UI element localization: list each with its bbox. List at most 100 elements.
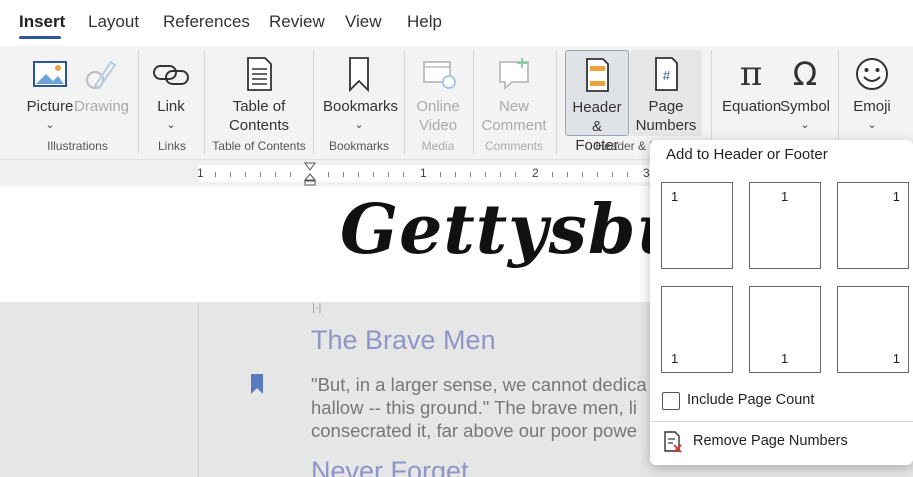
chevron-down-icon: ⌄	[800, 119, 810, 131]
group-media: Media	[421, 139, 455, 153]
bookmark-icon	[349, 57, 369, 92]
drawing-button[interactable]: Drawing	[74, 50, 130, 136]
group-separator	[838, 50, 839, 154]
paragraph-text: "But, in a larger sense, we cannot dedic…	[311, 373, 671, 442]
heading-brave-men: The Brave Men	[311, 325, 496, 355]
tab-references[interactable]: References	[163, 12, 250, 32]
online-video-icon	[423, 61, 456, 89]
group-comments: Comments	[484, 139, 543, 153]
tab-insert[interactable]: Insert	[19, 12, 65, 32]
tab-view[interactable]: View	[345, 12, 382, 32]
include-page-count-checkbox[interactable]	[662, 392, 680, 410]
header-footer-button[interactable]: Header & Footer	[565, 50, 629, 154]
group-illustrations: Illustrations	[47, 139, 108, 153]
tab-help[interactable]: Help	[407, 12, 442, 32]
chevron-down-icon: ⌄	[867, 119, 877, 131]
page-numbers-dropdown: Add to Header or Footer 1 1 1 1 1 1 Incl…	[650, 140, 913, 465]
online-video-line2: Video	[418, 117, 458, 134]
remove-page-numbers-item[interactable]: Remove Page Numbers	[693, 433, 848, 449]
picture-button[interactable]: Picture ⌄	[24, 50, 76, 136]
paragraph-line: "But, in a larger sense, we cannot dedic…	[311, 374, 647, 395]
page-number-bottom-center-option[interactable]: 1	[749, 286, 821, 373]
table-of-contents-icon	[247, 57, 272, 91]
svg-text:#: #	[663, 68, 671, 83]
group-bookmarks: Bookmarks	[328, 139, 390, 153]
header-footer-icon	[586, 58, 609, 92]
group-separator	[313, 50, 314, 154]
group-separator	[204, 50, 205, 154]
toc-label-line1: Table of	[232, 98, 286, 115]
page-number-sample: 1	[671, 189, 679, 204]
text-fragment: |·|	[312, 302, 322, 314]
page-number-sample: 1	[671, 351, 679, 366]
indent-marker-icon[interactable]	[304, 162, 316, 186]
online-video-button[interactable]: Online Video	[412, 50, 464, 136]
bookmarks-button[interactable]: Bookmarks ⌄	[323, 50, 399, 136]
symbol-label: Symbol	[780, 98, 831, 115]
symbol-button[interactable]: Ω Symbol ⌄	[780, 50, 830, 136]
group-separator	[556, 50, 557, 154]
bookmark-icon	[251, 374, 263, 394]
group-separator	[473, 50, 474, 154]
equation-label: Equation	[722, 98, 782, 115]
chevron-down-icon: ⌄	[166, 119, 176, 131]
ruler-mark: 3	[643, 166, 650, 180]
chevron-down-icon: ⌄	[45, 119, 55, 131]
table-of-contents-label: Table of Contents	[218, 97, 300, 135]
page-number-top-left-option[interactable]: 1	[661, 182, 733, 269]
emoji-button[interactable]: Emoji ⌄	[850, 50, 894, 136]
link-label: Link	[157, 98, 185, 115]
link-button[interactable]: Link ⌄	[148, 50, 194, 136]
group-separator	[711, 50, 712, 154]
active-tab-indicator	[19, 36, 61, 39]
toc-label-line2: Contents	[228, 117, 290, 134]
pi-icon: π	[739, 54, 763, 94]
dropdown-divider	[650, 421, 913, 422]
equation-button[interactable]: π Equation	[722, 50, 782, 136]
ruler-mark: 2	[532, 166, 539, 180]
new-comment-line1: New	[498, 98, 529, 115]
new-comment-button[interactable]: New Comment	[480, 50, 548, 136]
table-of-contents-button[interactable]: Table of Contents	[218, 50, 300, 136]
tab-review[interactable]: Review	[269, 12, 325, 32]
bookmarks-label: Bookmarks	[323, 98, 399, 115]
page-number-sample: 1	[892, 189, 900, 204]
group-links: Links	[157, 139, 186, 153]
page-number-sample: 1	[781, 189, 789, 204]
dropdown-title: Add to Header or Footer	[666, 146, 828, 163]
drawing-label: Drawing	[74, 98, 130, 115]
header-footer-line1: Header &	[572, 99, 622, 135]
group-table-of-contents: Table of Contents	[212, 139, 306, 153]
page-number-top-right-option[interactable]: 1	[837, 182, 909, 269]
ribbon-tabs: Insert Layout References Review View Hel…	[0, 0, 913, 46]
page-number-bottom-right-option[interactable]: 1	[837, 286, 909, 373]
page-number-sample: 1	[892, 351, 900, 366]
new-comment-label: New Comment	[480, 97, 548, 135]
paragraph-line: hallow -- this ground." The brave men, l…	[311, 397, 638, 418]
omega-icon: Ω	[792, 55, 818, 93]
online-video-label: Online Video	[412, 97, 464, 135]
page-number-top-center-option[interactable]: 1	[749, 182, 821, 269]
smiley-icon	[856, 58, 888, 90]
tab-layout[interactable]: Layout	[88, 12, 139, 32]
group-separator	[138, 50, 139, 154]
include-page-count-label[interactable]: Include Page Count	[687, 392, 814, 408]
chevron-down-icon: ⌄	[354, 119, 364, 131]
ruler-mark: 1	[197, 166, 204, 180]
drawing-icon	[86, 60, 117, 90]
picture-icon	[33, 61, 67, 87]
page-numbers-line1: Page	[648, 98, 684, 115]
ruler-mark: 1	[420, 166, 427, 180]
emoji-label: Emoji	[853, 98, 891, 115]
page-number-bottom-left-option[interactable]: 1	[661, 286, 733, 373]
picture-label: Picture	[26, 98, 74, 115]
page-numbers-icon: #	[655, 57, 678, 91]
page-numbers-button[interactable]: # Page Numbers ⌄	[630, 50, 702, 153]
online-video-line1: Online	[416, 98, 460, 115]
link-icon	[153, 65, 189, 85]
group-separator	[404, 50, 405, 154]
page-margin-line	[198, 302, 199, 477]
paragraph-line: consecrated it, far above our poor powe	[311, 420, 637, 441]
new-comment-line2: Comment	[481, 117, 547, 134]
heading-never-forget: Never Forget	[311, 456, 469, 477]
